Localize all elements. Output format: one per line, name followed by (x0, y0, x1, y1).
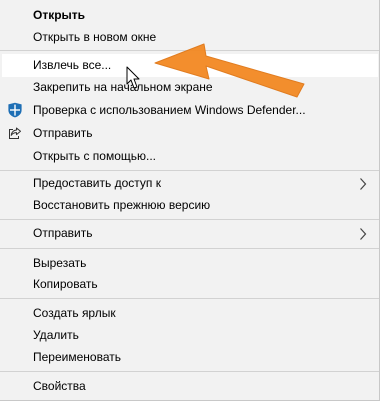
menu-separator (0, 50, 379, 51)
menu-item-label: Восстановить прежнюю версию (33, 198, 211, 212)
menu-item-give-access[interactable]: Предоставить доступ к (0, 172, 379, 195)
chevron-right-icon (360, 178, 367, 190)
menu-item-label: Копировать (33, 277, 98, 291)
menu-item-label: Вырезать (33, 256, 87, 270)
menu-item-open-new-window[interactable]: Открыть в новом окне (0, 26, 379, 49)
menu-item-label: Открыть в новом окне (33, 30, 157, 44)
menu-item-label: Отправить (33, 126, 93, 140)
menu-item-label: Удалить (33, 328, 79, 342)
menu-item-open-with[interactable]: Открыть с помощью... (0, 145, 379, 168)
menu-item-label: Открыть с помощью... (33, 149, 157, 163)
menu-separator (0, 371, 379, 372)
chevron-right-icon (360, 228, 367, 240)
menu-item-label: Предоставить доступ к (33, 176, 161, 190)
menu-item-send-to[interactable]: Отправить (0, 222, 379, 245)
menu-item-label: Переименовать (33, 350, 121, 364)
menu-item-label: Свойства (33, 379, 86, 393)
menu-item-send[interactable]: Отправить (0, 122, 379, 145)
menu-item-pin-to-start[interactable]: Закрепить на начальном экране (0, 76, 379, 99)
menu-item-create-shortcut[interactable]: Создать ярлык (0, 302, 379, 325)
menu-item-scan-defender[interactable]: Проверка с использованием Windows Defend… (0, 99, 379, 122)
menu-item-cut[interactable]: Вырезать (0, 252, 379, 275)
share-icon (9, 127, 21, 139)
menu-separator (0, 298, 379, 299)
menu-separator (0, 248, 379, 249)
menu-item-label: Создать ярлык (33, 306, 116, 320)
menu-item-label: Проверка с использованием Windows Defend… (33, 103, 306, 117)
menu-item-label: Извлечь все... (33, 58, 112, 72)
windows-defender-shield-icon (8, 102, 22, 118)
menu-separator (0, 219, 379, 220)
context-menu: Открыть Открыть в новом окне Извлечь все… (0, 0, 380, 401)
menu-item-extract-all[interactable]: Извлечь все... (2, 54, 378, 77)
menu-item-restore-previous[interactable]: Восстановить прежнюю версию (0, 194, 379, 217)
menu-item-open[interactable]: Открыть (0, 4, 379, 27)
menu-item-copy[interactable]: Копировать (0, 273, 379, 296)
menu-item-properties[interactable]: Свойства (0, 375, 379, 398)
menu-item-label: Закрепить на начальном экране (33, 80, 213, 94)
menu-item-rename[interactable]: Переименовать (0, 346, 379, 369)
menu-item-label: Открыть (33, 8, 86, 22)
menu-item-delete[interactable]: Удалить (0, 324, 379, 347)
menu-separator (0, 170, 379, 171)
menu-item-label: Отправить (33, 226, 93, 240)
